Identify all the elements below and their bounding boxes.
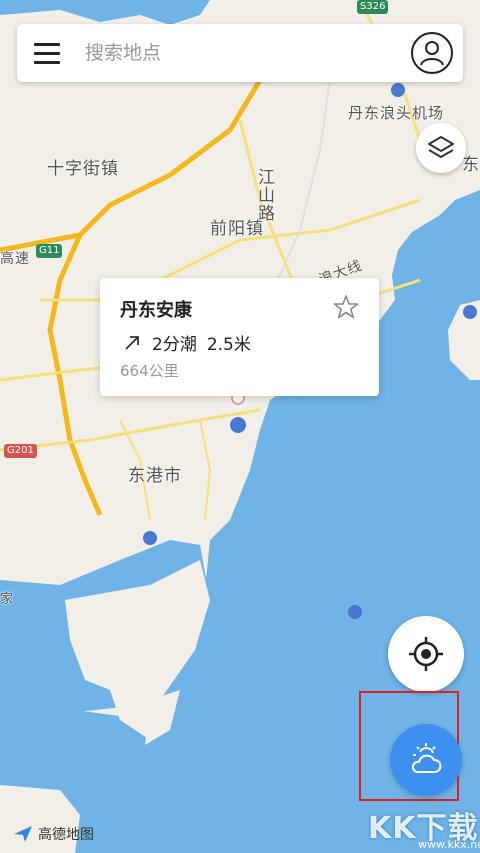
city-label-donggang: 东港市 <box>128 466 182 486</box>
road-label-highway: 高速 <box>0 251 30 267</box>
user-avatar-icon[interactable] <box>411 32 453 74</box>
amap-logo-text: 高德地图 <box>38 827 94 843</box>
tide-info-row: 2分潮 2.5米 <box>122 330 251 355</box>
arrow-up-right-icon <box>125 335 139 350</box>
tide-trend: 2分潮 <box>152 335 197 355</box>
layers-icon <box>428 136 454 158</box>
tide-distance: 664公里 <box>120 362 179 380</box>
road-tag-s326: S326 <box>357 0 389 14</box>
crosshair-icon <box>409 637 443 671</box>
map-label-edge: 家 <box>0 592 15 607</box>
tide-place-name: 丹东安康 <box>120 300 192 321</box>
town-label-qianyang: 前阳镇 <box>210 219 264 239</box>
search-bar[interactable] <box>17 24 463 82</box>
road-tag-g11: G11 <box>36 244 63 258</box>
tide-info-card[interactable]: 丹东安康 2分潮 2.5米 664公里 <box>100 278 379 396</box>
weather-cloud-sun-icon <box>411 743 442 773</box>
road-tag-g201: G201 <box>4 444 37 458</box>
weather-button[interactable] <box>390 724 462 796</box>
menu-icon[interactable] <box>23 24 71 82</box>
star-icon[interactable] <box>333 294 359 320</box>
locate-button[interactable] <box>388 616 464 692</box>
layers-button[interactable] <box>416 123 466 173</box>
amap-logo-icon <box>14 826 32 842</box>
watermark-url: www.kkx.net <box>418 838 480 851</box>
search-input[interactable] <box>83 41 411 65</box>
town-label-shizijie: 十字街镇 <box>47 159 119 179</box>
amap-logo: 高德地图 <box>12 824 94 844</box>
airport-label: 丹东浪头机场 <box>348 104 445 122</box>
tide-height: 2.5米 <box>206 335 251 355</box>
